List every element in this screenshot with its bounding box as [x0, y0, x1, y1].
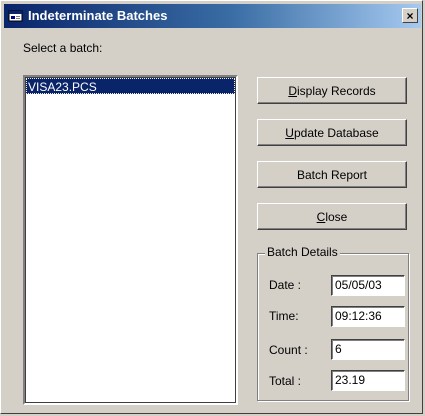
app-window-icon — [8, 8, 24, 24]
time-label: Time: — [269, 309, 299, 323]
update-database-button[interactable]: Update Database — [257, 119, 407, 146]
total-label: Total : — [269, 374, 302, 388]
batch-report-label: Batch Report — [296, 167, 368, 182]
close-label: Close — [316, 209, 348, 224]
display-records-button[interactable]: Display Records — [257, 77, 407, 104]
window-title: Indeterminate Batches — [28, 8, 168, 23]
total-field[interactable]: 23.19 — [331, 370, 405, 391]
batch-report-button[interactable]: Batch Report — [257, 161, 407, 188]
date-field[interactable]: 05/05/03 — [331, 275, 405, 296]
count-label: Count : — [269, 343, 308, 357]
list-item[interactable]: VISA23.PCS — [26, 78, 235, 94]
time-field[interactable]: 09:12:36 — [331, 306, 405, 327]
select-batch-label: Select a batch: — [23, 41, 103, 55]
indeterminate-batches-dialog: Indeterminate Batches × Select a batch: … — [0, 0, 423, 414]
close-button[interactable]: Close — [257, 203, 407, 230]
batch-details-legend: Batch Details — [265, 245, 340, 259]
batch-listbox[interactable]: VISA23.PCS — [23, 75, 238, 405]
date-label: Date : — [269, 278, 302, 292]
count-field[interactable]: 6 — [331, 339, 405, 360]
close-window-button[interactable]: × — [402, 8, 418, 23]
display-records-label: Display Records — [288, 83, 376, 98]
update-database-label: Update Database — [285, 125, 379, 140]
close-icon: × — [406, 8, 414, 23]
title-bar[interactable]: Indeterminate Batches × — [4, 4, 421, 28]
